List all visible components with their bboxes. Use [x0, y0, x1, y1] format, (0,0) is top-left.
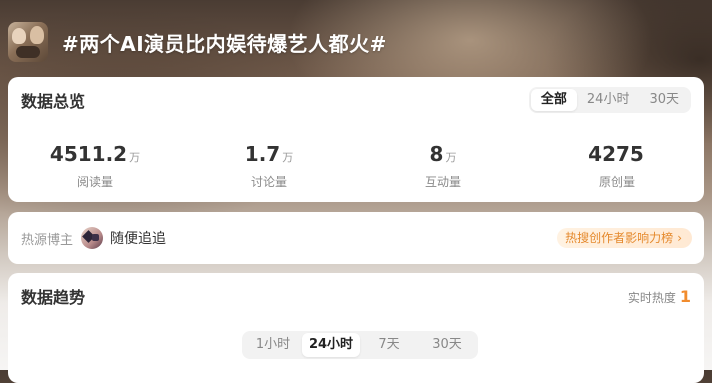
stat-value: 1.7: [244, 142, 281, 166]
stats-row: 4511.2 万 阅读量 1.7 万 讨论量 8万 互动量 4275 原创量: [8, 141, 704, 190]
host-name[interactable]: 随便追追: [110, 228, 166, 248]
tab-30d[interactable]: 30天: [639, 89, 689, 111]
heat-value: 1: [679, 286, 691, 306]
topic-header: #两个AI演员比内娱待爆艺人都火#: [8, 20, 704, 64]
trend-card: 数据趋势 实时热度 1 1小时 24小时 7天 30天: [8, 273, 704, 383]
stat-value: 4275: [588, 142, 644, 166]
overview-title: 数据总览: [21, 92, 86, 111]
stat-reads: 4511.2 万 阅读量: [8, 141, 182, 190]
stat-interactions: 8万 互动量: [356, 141, 530, 190]
trend-range-tabs: 1小时 24小时 7天 30天: [242, 331, 478, 359]
stat-label: 讨论量: [250, 175, 287, 189]
stat-value: 8: [429, 142, 444, 166]
trend-title: 数据趋势: [21, 288, 86, 307]
tab-7d[interactable]: 7天: [360, 333, 418, 357]
stat-discussions: 1.7 万 讨论量: [182, 141, 356, 190]
tab-1h[interactable]: 1小时: [244, 333, 302, 357]
topic-title: #两个AI演员比内娱待爆艺人都火#: [62, 31, 387, 56]
heat-label: 实时热度: [627, 290, 676, 305]
rank-link-label: 热搜创作者影响力榜: [565, 231, 674, 245]
creator-influence-rank-link[interactable]: 热搜创作者影响力榜 ›: [557, 228, 692, 248]
realtime-heat: 实时热度 1: [628, 287, 691, 306]
tab-24h[interactable]: 24小时: [577, 89, 640, 111]
overview-card: 数据总览 全部 24小时 30天 4511.2 万 阅读量 1.7 万 讨论量 8万…: [8, 77, 704, 202]
stat-label: 阅读量: [76, 175, 113, 189]
stat-unit: 万: [445, 151, 457, 164]
overview-range-tabs: 全部 24小时 30天: [528, 87, 691, 113]
heat-source-label: 热源博主: [21, 232, 74, 248]
stat-unit: 万: [282, 151, 294, 164]
stat-label: 原创量: [598, 175, 635, 189]
stat-unit: 万: [129, 151, 141, 164]
heat-source-card: 热源博主 随便追追 热搜创作者影响力榜 ›: [8, 212, 704, 264]
topic-cover-image[interactable]: [8, 22, 48, 62]
chevron-right-icon: ›: [677, 231, 682, 245]
stat-label: 互动量: [424, 175, 461, 189]
tab-30d[interactable]: 30天: [418, 333, 476, 357]
stat-value: 4511.2: [49, 142, 128, 166]
tab-all[interactable]: 全部: [530, 89, 577, 111]
tab-24h[interactable]: 24小时: [302, 333, 360, 357]
stat-originals: 4275 原创量: [530, 141, 704, 190]
host-avatar[interactable]: [81, 227, 104, 249]
